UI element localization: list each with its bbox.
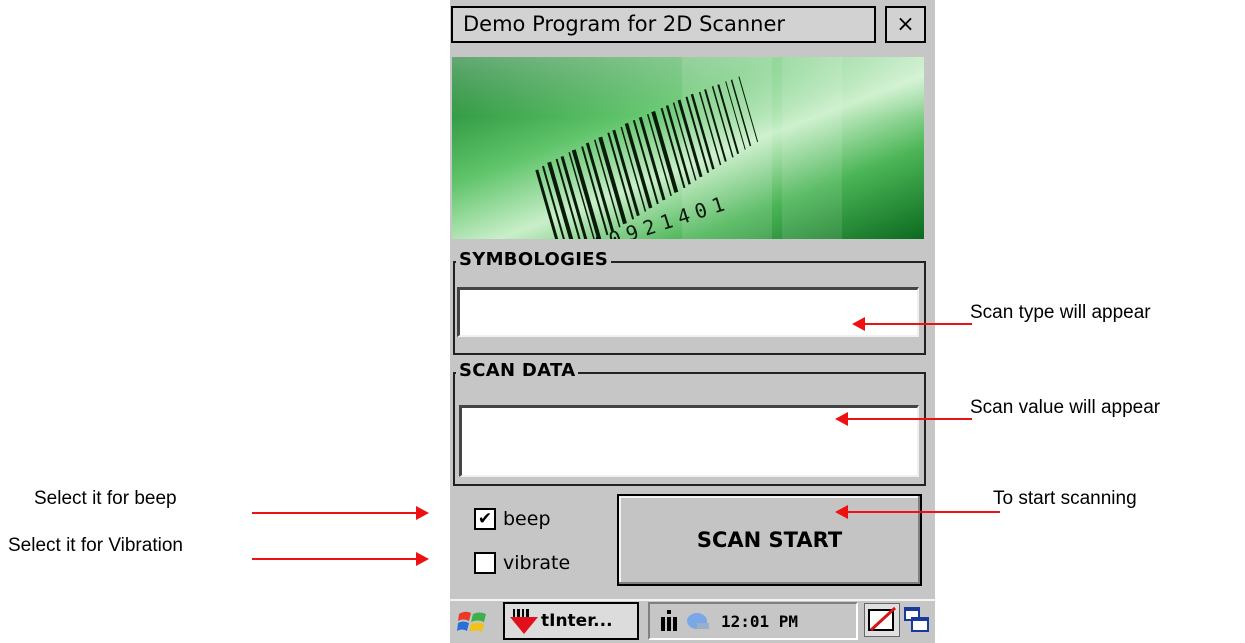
start-menu-icon[interactable]: [455, 604, 491, 638]
taskbar-app-label: tInter...: [541, 611, 613, 631]
close-button[interactable]: ×: [885, 6, 926, 43]
beep-checkbox[interactable]: ✔: [474, 508, 496, 530]
scan-data-label: SCAN DATA: [456, 360, 579, 381]
check-icon: ✔: [477, 508, 493, 529]
taskbar-app-button[interactable]: tInter...: [503, 602, 639, 640]
barcode-banner-image: 75140921401: [452, 57, 924, 239]
arrowhead-beep: [416, 506, 429, 520]
scan-start-button[interactable]: SCAN START: [617, 494, 922, 586]
vibrate-label: vibrate: [503, 552, 571, 574]
window-title: Demo Program for 2D Scanner: [451, 6, 876, 43]
arrow-scan-value: [845, 418, 972, 420]
annotation-start-scanning: To start scanning: [993, 488, 1137, 509]
arrow-beep: [252, 512, 418, 514]
arrowhead-scan-value: [835, 412, 848, 426]
symbologies-label: SYMBOLOGIES: [456, 249, 612, 270]
arrowhead-vibration: [416, 552, 429, 566]
annotation-vibration: Select it for Vibration: [8, 535, 183, 556]
arrowhead-start-scanning: [835, 505, 848, 519]
beep-label: beep: [503, 508, 551, 530]
vibrate-option[interactable]: vibrate: [474, 552, 570, 574]
annotation-beep: Select it for beep: [34, 488, 177, 509]
arrow-vibration: [252, 558, 418, 560]
clock[interactable]: 12:01 PM: [721, 612, 798, 631]
input-panel-icon[interactable]: [864, 603, 900, 637]
desktop-switch-icon[interactable]: [902, 604, 932, 636]
app-heart-icon: [510, 609, 538, 634]
annotation-scan-value: Scan value will appear: [970, 397, 1161, 418]
system-tray: 12:01 PM: [648, 602, 858, 640]
scan-data-field[interactable]: [459, 405, 919, 477]
arrowhead-scan-type: [852, 317, 865, 331]
vibrate-checkbox[interactable]: [474, 552, 496, 574]
beep-option[interactable]: ✔ beep: [474, 508, 551, 530]
symbologies-field[interactable]: [457, 287, 919, 337]
annotation-scan-type: Scan type will appear: [970, 302, 1151, 323]
arrow-start-scanning: [845, 511, 1000, 513]
connection-icon[interactable]: [658, 609, 680, 633]
arrow-scan-type: [862, 323, 972, 325]
barcode-graphic: 75140921401: [452, 57, 924, 239]
network-icon[interactable]: [683, 609, 713, 633]
